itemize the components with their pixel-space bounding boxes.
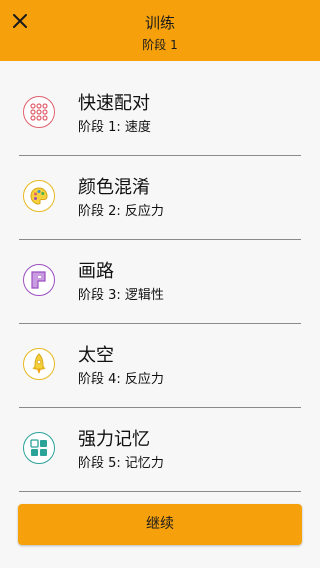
item-title: 快速配对 — [78, 93, 150, 114]
item-stage: 阶段 1: 速度 — [78, 120, 151, 135]
item-stage: 阶段 3: 逻辑性 — [78, 288, 164, 303]
item-stage: 阶段 5: 记忆力 — [78, 456, 164, 471]
item-title: 太空 — [78, 345, 114, 366]
training-list: 快速配对 阶段 1: 速度 颜色混淆 阶段 2: 反应力 画路 阶段 3: 逻辑… — [0, 72, 320, 492]
item-title: 颜色混淆 — [78, 177, 150, 198]
item-title: 画路 — [78, 261, 114, 282]
page-subtitle: 阶段 1 — [142, 38, 178, 52]
palette-icon — [23, 180, 55, 212]
header-bar: 训练 阶段 1 — [0, 0, 320, 61]
divider — [19, 491, 301, 492]
list-item-draw-path[interactable]: 画路 阶段 3: 逻辑性 — [0, 240, 320, 324]
item-stage: 阶段 2: 反应力 — [78, 204, 164, 219]
list-item-space[interactable]: 太空 阶段 4: 反应力 — [0, 324, 320, 408]
list-item-quick-match[interactable]: 快速配对 阶段 1: 速度 — [0, 72, 320, 156]
item-title: 强力记忆 — [78, 429, 150, 450]
continue-button[interactable]: 继续 — [18, 504, 302, 545]
item-stage: 阶段 4: 反应力 — [78, 372, 164, 387]
page-title: 训练 — [144, 14, 175, 32]
dots-grid-icon — [23, 96, 55, 128]
rocket-icon — [23, 348, 55, 380]
memory-grid-icon — [23, 432, 55, 464]
list-item-color-confusion[interactable]: 颜色混淆 阶段 2: 反应力 — [0, 156, 320, 240]
path-icon — [23, 264, 55, 296]
list-item-power-memory[interactable]: 强力记忆 阶段 5: 记忆力 — [0, 408, 320, 492]
